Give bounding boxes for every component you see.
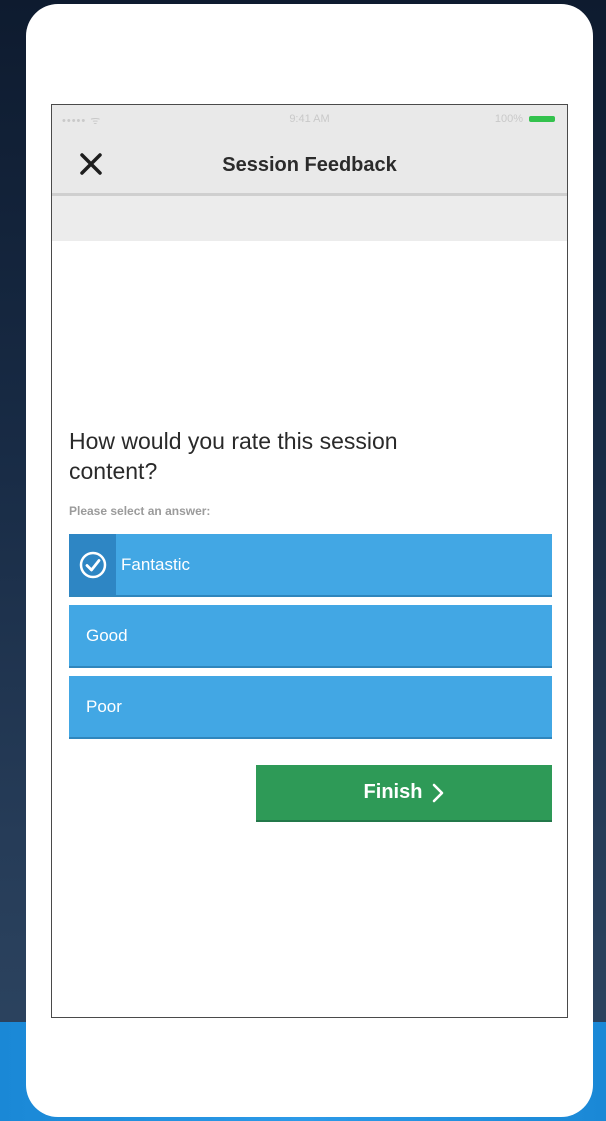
option-label: Fantastic — [121, 555, 190, 574]
feedback-content: How would you rate this session content?… — [52, 426, 567, 822]
sub-header-bar — [52, 196, 567, 241]
option-poor[interactable]: Poor — [69, 676, 552, 739]
chevron-right-icon — [433, 783, 444, 802]
page-title: Session Feedback — [222, 154, 397, 176]
finish-label: Finish — [363, 781, 423, 803]
nav-bar: Session Feedback — [52, 135, 567, 196]
option-label: Poor — [86, 697, 122, 716]
status-time: 9:41 AM — [289, 113, 330, 125]
option-fantastic[interactable]: Fantastic — [69, 534, 552, 597]
app-screen: ••••• ᯤ 9:41 AM 100% Session Feedback Ho… — [51, 104, 568, 1018]
battery-status: 100% — [495, 113, 555, 125]
status-bar: ••••• ᯤ 9:41 AM 100% — [52, 105, 567, 135]
answer-options: Fantastic Good Poor — [69, 534, 552, 739]
checkmark-circle-icon — [79, 551, 106, 578]
question-text: How would you rate this session content? — [69, 428, 398, 484]
battery-icon — [529, 116, 555, 122]
finish-row: Finish — [69, 765, 552, 822]
option-good[interactable]: Good — [69, 605, 552, 668]
finish-button[interactable]: Finish — [256, 765, 552, 822]
option-label: Good — [86, 626, 128, 645]
battery-percent: 100% — [494, 113, 523, 125]
selected-indicator — [69, 534, 116, 595]
answer-prompt: Please select an answer: — [69, 504, 211, 518]
